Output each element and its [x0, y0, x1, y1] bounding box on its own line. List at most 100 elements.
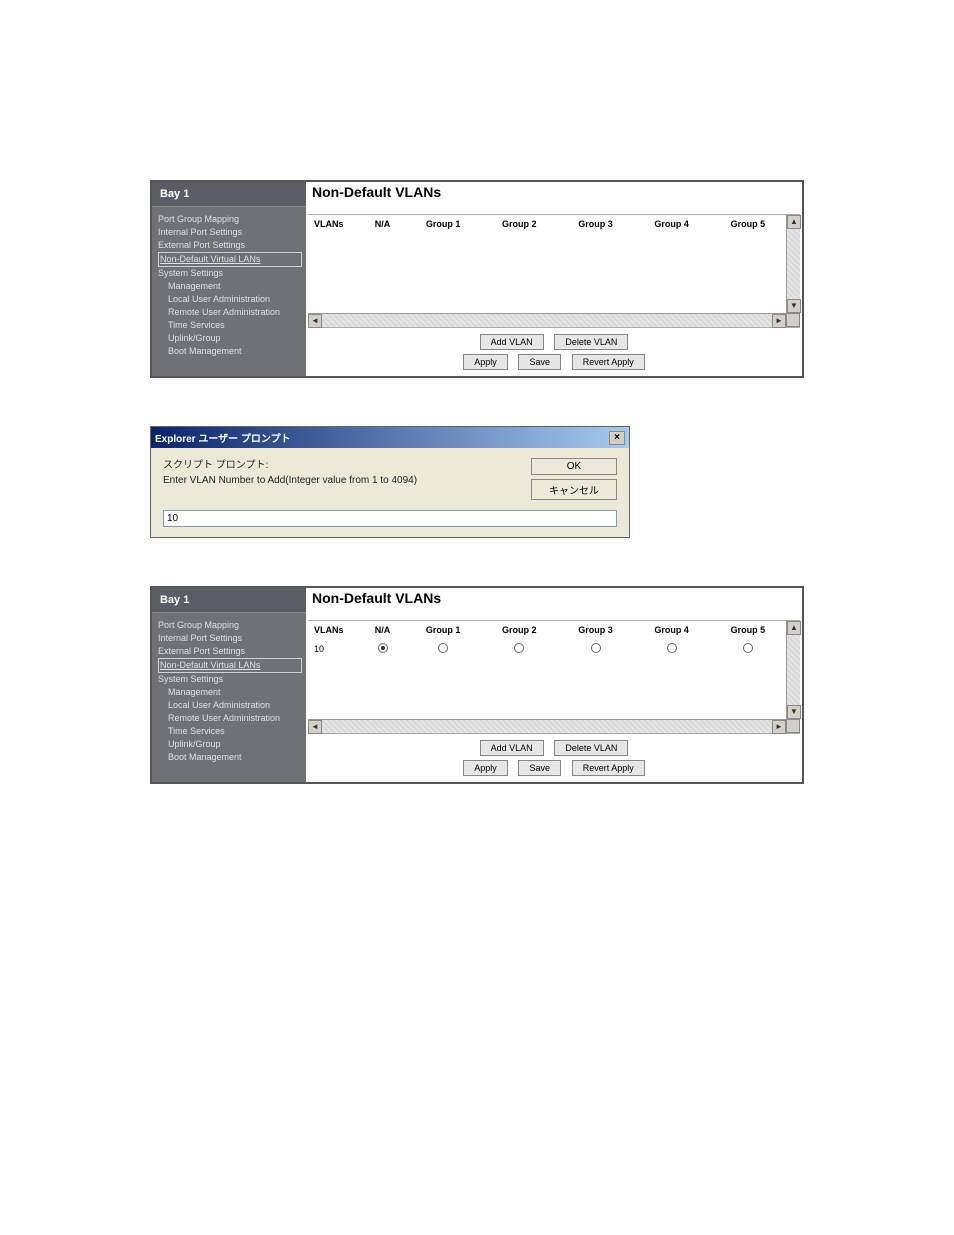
- main-area: Non-Default VLANs VLANsN/AGroup 1Group 2…: [306, 182, 802, 376]
- sidebar-item-management[interactable]: Management: [158, 686, 302, 699]
- vlan-number-input[interactable]: [163, 510, 617, 527]
- page-title: Non-Default VLANs: [306, 588, 802, 620]
- scroll-down-icon[interactable]: ▼: [787, 705, 801, 719]
- column-header: N/A: [360, 621, 405, 639]
- sidebar-item-boot-management[interactable]: Boot Management: [158, 345, 302, 358]
- scroll-corner: [786, 313, 800, 327]
- apply-button[interactable]: Apply: [463, 760, 508, 776]
- apply-button[interactable]: Apply: [463, 354, 508, 370]
- sidebar-item-internal-port-settings[interactable]: Internal Port Settings: [158, 226, 302, 239]
- sidebar-item-local-user-administration[interactable]: Local User Administration: [158, 699, 302, 712]
- grid-wrap: VLANsN/AGroup 1Group 2Group 3Group 4Grou…: [308, 214, 800, 328]
- delete-vlan-button[interactable]: Delete VLAN: [554, 334, 628, 350]
- scroll-right-icon[interactable]: ►: [772, 720, 786, 734]
- radio-icon[interactable]: [438, 643, 448, 653]
- close-icon[interactable]: ×: [609, 431, 625, 445]
- radio-icon[interactable]: [378, 643, 388, 653]
- grid-area: VLANsN/AGroup 1Group 2Group 3Group 4Grou…: [308, 621, 786, 719]
- vlan-header-row-1: VLANsN/AGroup 1Group 2Group 3Group 4Grou…: [308, 215, 786, 233]
- sidebar-item-boot-management[interactable]: Boot Management: [158, 751, 302, 764]
- sidebar: Bay 1 Port Group MappingInternal Port Se…: [152, 182, 306, 376]
- dialog-text: スクリプト プロンプト: Enter VLAN Number to Add(In…: [163, 458, 519, 500]
- column-header: Group 5: [710, 215, 786, 233]
- vlan-header-row-2: VLANsN/AGroup 1Group 2Group 3Group 4Grou…: [308, 621, 786, 639]
- group-radio-cell[interactable]: [360, 639, 405, 659]
- sidebar-item-remote-user-administration[interactable]: Remote User Administration: [158, 306, 302, 319]
- dialog-titlebar: Explorer ユーザー プロンプト ×: [151, 427, 629, 448]
- vlan-panel-empty: Bay 1 Port Group MappingInternal Port Se…: [150, 180, 804, 378]
- revert-apply-button[interactable]: Revert Apply: [572, 354, 645, 370]
- group-radio-cell[interactable]: [634, 639, 710, 659]
- save-button[interactable]: Save: [518, 354, 561, 370]
- sidebar-item-non-default-virtual-lans[interactable]: Non-Default Virtual LANs: [158, 252, 302, 267]
- grid-area: VLANsN/AGroup 1Group 2Group 3Group 4Grou…: [308, 215, 786, 313]
- sidebar-item-system-settings[interactable]: System Settings: [158, 673, 302, 686]
- scroll-left-icon[interactable]: ◄: [308, 720, 322, 734]
- scroll-up-icon[interactable]: ▲: [787, 621, 801, 635]
- button-row-1: Add VLAN Delete VLAN: [306, 734, 802, 760]
- sidebar-item-remote-user-administration[interactable]: Remote User Administration: [158, 712, 302, 725]
- sidebar-item-internal-port-settings[interactable]: Internal Port Settings: [158, 632, 302, 645]
- radio-icon[interactable]: [514, 643, 524, 653]
- vlan-table: VLANsN/AGroup 1Group 2Group 3Group 4Grou…: [308, 621, 786, 659]
- column-header: Group 1: [405, 621, 481, 639]
- radio-icon[interactable]: [743, 643, 753, 653]
- radio-icon[interactable]: [591, 643, 601, 653]
- vertical-scrollbar[interactable]: ▲ ▼: [786, 215, 800, 313]
- add-vlan-button[interactable]: Add VLAN: [480, 334, 544, 350]
- sidebar-item-time-services[interactable]: Time Services: [158, 725, 302, 738]
- column-header: VLANs: [308, 215, 360, 233]
- ok-button[interactable]: OK: [531, 458, 617, 475]
- column-header: N/A: [360, 215, 405, 233]
- group-radio-cell[interactable]: [481, 639, 557, 659]
- dialog-line2: Enter VLAN Number to Add(Integer value f…: [163, 473, 519, 488]
- sidebar-item-port-group-mapping[interactable]: Port Group Mapping: [158, 619, 302, 632]
- column-header: Group 2: [481, 621, 557, 639]
- vertical-scrollbar[interactable]: ▲ ▼: [786, 621, 800, 719]
- cancel-button[interactable]: キャンセル: [531, 479, 617, 500]
- table-row: 10: [308, 639, 786, 659]
- prompt-dialog: Explorer ユーザー プロンプト × スクリプト プロンプト: Enter…: [150, 426, 630, 538]
- group-radio-cell[interactable]: [405, 639, 481, 659]
- scroll-corner: [786, 719, 800, 733]
- column-header: Group 3: [557, 621, 633, 639]
- column-header: Group 1: [405, 215, 481, 233]
- sidebar-item-external-port-settings[interactable]: External Port Settings: [158, 239, 302, 252]
- column-header: Group 4: [634, 621, 710, 639]
- group-radio-cell[interactable]: [557, 639, 633, 659]
- horizontal-scrollbar[interactable]: ◄ ►: [308, 313, 786, 327]
- sidebar-item-system-settings[interactable]: System Settings: [158, 267, 302, 280]
- dialog-input-wrap: [163, 510, 617, 527]
- sidebar-item-external-port-settings[interactable]: External Port Settings: [158, 645, 302, 658]
- horizontal-scrollbar[interactable]: ◄ ►: [308, 719, 786, 733]
- column-header: Group 5: [710, 621, 786, 639]
- sidebar-item-port-group-mapping[interactable]: Port Group Mapping: [158, 213, 302, 226]
- vlan-table: VLANsN/AGroup 1Group 2Group 3Group 4Grou…: [308, 215, 786, 233]
- sidebar-item-local-user-administration[interactable]: Local User Administration: [158, 293, 302, 306]
- main-area: Non-Default VLANs VLANsN/AGroup 1Group 2…: [306, 588, 802, 782]
- column-header: VLANs: [308, 621, 360, 639]
- save-button[interactable]: Save: [518, 760, 561, 776]
- sidebar-item-time-services[interactable]: Time Services: [158, 319, 302, 332]
- scroll-down-icon[interactable]: ▼: [787, 299, 801, 313]
- scroll-up-icon[interactable]: ▲: [787, 215, 801, 229]
- sidebar-item-non-default-virtual-lans[interactable]: Non-Default Virtual LANs: [158, 658, 302, 673]
- dialog-body: スクリプト プロンプト: Enter VLAN Number to Add(In…: [151, 448, 629, 506]
- sidebar-title: Bay 1: [152, 588, 306, 613]
- scroll-left-icon[interactable]: ◄: [308, 314, 322, 328]
- column-header: Group 3: [557, 215, 633, 233]
- button-row-2: Apply Save Revert Apply: [306, 354, 802, 376]
- sidebar-item-uplink-group[interactable]: Uplink/Group: [158, 738, 302, 751]
- sidebar-title: Bay 1: [152, 182, 306, 207]
- add-vlan-button[interactable]: Add VLAN: [480, 740, 544, 756]
- delete-vlan-button[interactable]: Delete VLAN: [554, 740, 628, 756]
- group-radio-cell[interactable]: [710, 639, 786, 659]
- scroll-right-icon[interactable]: ►: [772, 314, 786, 328]
- sidebar-item-uplink-group[interactable]: Uplink/Group: [158, 332, 302, 345]
- vlan-panel-populated: Bay 1 Port Group MappingInternal Port Se…: [150, 586, 804, 784]
- revert-apply-button[interactable]: Revert Apply: [572, 760, 645, 776]
- sidebar-item-management[interactable]: Management: [158, 280, 302, 293]
- radio-icon[interactable]: [667, 643, 677, 653]
- grid-wrap: VLANsN/AGroup 1Group 2Group 3Group 4Grou…: [308, 620, 800, 734]
- sidebar-links-2: Port Group MappingInternal Port Settings…: [152, 613, 306, 782]
